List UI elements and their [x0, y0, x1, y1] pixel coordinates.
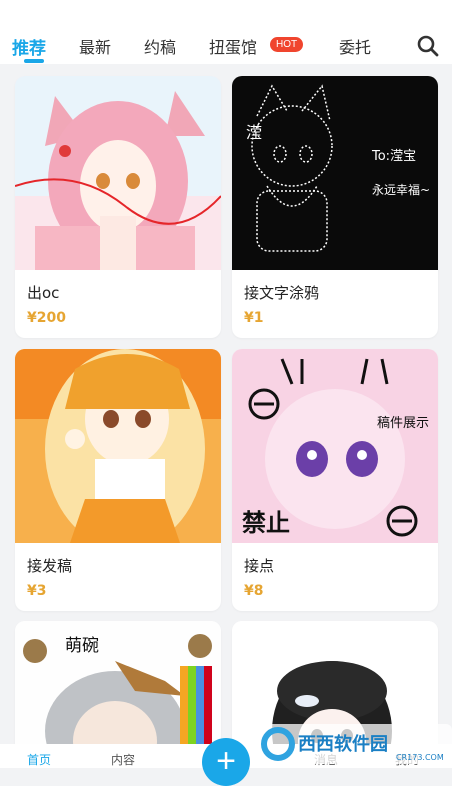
plus-icon: +: [216, 742, 236, 780]
card-title: 接文字涂鸦: [244, 284, 320, 302]
artwork-card[interactable]: 滢 To:滢宝 永远幸福~ 接文字涂鸦 ¥1: [232, 76, 438, 338]
artwork-card[interactable]: 接发稿 ¥3: [15, 349, 221, 611]
nav-home[interactable]: 首页: [27, 751, 51, 768]
card-price: ¥8: [244, 583, 264, 599]
search-icon[interactable]: [417, 35, 439, 57]
artwork-card[interactable]: 禁止 稿件展示 接点 ¥8: [232, 349, 438, 611]
artwork-thumbnail: 滢 To:滢宝 永远幸福~: [232, 76, 438, 270]
image-text-name: 滢: [246, 123, 262, 142]
card-title: 出oc: [27, 284, 60, 302]
artwork-thumbnail: [15, 349, 221, 543]
image-text-tag: 萌碗: [65, 636, 99, 656]
tab-gacha-hall[interactable]: 扭蛋馆: [209, 34, 257, 58]
tab-latest[interactable]: 最新: [79, 34, 111, 58]
card-price: ¥1: [244, 310, 264, 326]
image-text-wish: 永远幸福~: [372, 182, 430, 197]
hot-badge: HOT: [270, 37, 304, 52]
artwork-card[interactable]: 萌碗: [15, 621, 221, 744]
artwork-thumbnail: 禁止 稿件展示: [232, 349, 438, 543]
tab-commissions[interactable]: 委托: [339, 34, 371, 58]
watermark-url: CR173.COM: [396, 753, 444, 762]
active-tab-indicator: [24, 59, 44, 63]
top-tab-bar: 推荐 最新 约稿 扭蛋馆 HOT 委托: [0, 0, 452, 64]
create-post-button[interactable]: +: [202, 738, 250, 786]
image-text-stamp: 禁止: [242, 509, 290, 537]
tab-recommend[interactable]: 推荐: [12, 34, 46, 59]
artwork-thumbnail: 萌碗: [15, 621, 221, 744]
card-title: 接点: [244, 557, 275, 575]
artwork-feed[interactable]: 出oc ¥200 滢 To:滢宝 永远幸福~ 接文字涂鸦 ¥1 接发稿 ¥3 禁…: [0, 64, 452, 744]
artwork-card[interactable]: 出oc ¥200: [15, 76, 221, 338]
card-price: ¥200: [27, 310, 66, 326]
watermark-logo: 西西软件园 CR173.COM: [256, 720, 452, 768]
image-text-tag: 稿件展示: [377, 415, 429, 431]
card-price: ¥3: [27, 583, 47, 599]
tab-commission-requests[interactable]: 约稿: [144, 34, 176, 58]
artwork-thumbnail: [15, 76, 221, 270]
card-title: 接发稿: [27, 557, 73, 575]
nav-content[interactable]: 内容: [111, 751, 135, 768]
image-text-to: To:滢宝: [371, 149, 416, 164]
watermark-brand: 西西软件园: [298, 733, 388, 755]
